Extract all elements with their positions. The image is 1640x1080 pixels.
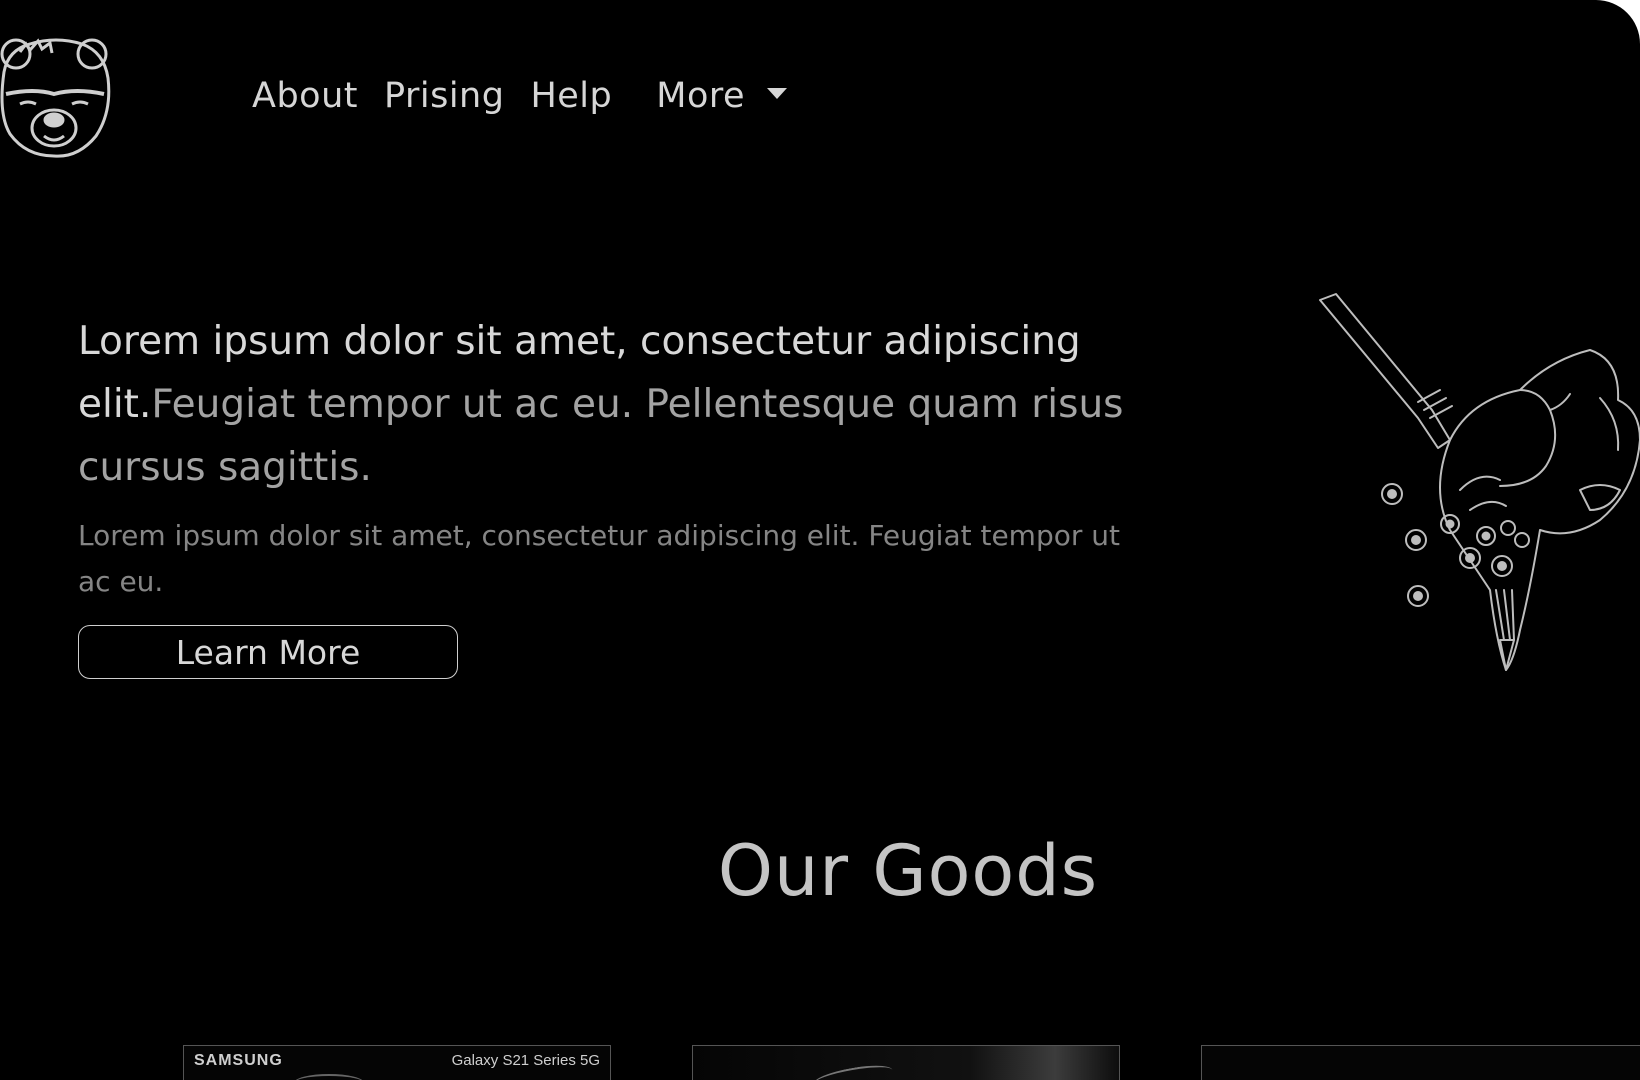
nav-link-help[interactable]: Help: [530, 76, 612, 116]
section-title-our-goods: Our Goods: [717, 830, 1099, 912]
hero-section: Lorem ipsum dolor sit amet, consectetur …: [78, 310, 1188, 679]
product-card[interactable]: [1201, 1045, 1640, 1080]
phone-image: [812, 1061, 894, 1080]
more-dropdown[interactable]: More: [656, 76, 788, 116]
product-card[interactable]: [692, 1045, 1120, 1080]
more-dropdown-label: More: [656, 76, 746, 116]
bear-logo-icon[interactable]: [0, 32, 112, 160]
product-model: Galaxy S21 Series 5G: [451, 1052, 600, 1069]
hero-title-muted: Feugiat tempor ut ac eu. Pellentesque qu…: [78, 382, 1124, 490]
main-nav: About Prising Help More: [252, 70, 788, 122]
product-brand: SAMSUNG: [194, 1052, 283, 1069]
product-card[interactable]: SAMSUNG Galaxy S21 Series 5G: [183, 1045, 611, 1080]
hero-title: Lorem ipsum dolor sit amet, consectetur …: [78, 310, 1188, 499]
learn-more-button[interactable]: Learn More: [78, 625, 458, 679]
caret-down-icon: [767, 87, 788, 99]
nav-link-pricing[interactable]: Prising: [384, 76, 504, 116]
hand-sketch-illustration-icon: [1319, 293, 1640, 671]
phone-image: [294, 1074, 364, 1080]
page-frame: About Prising Help More Lorem ipsum dolo…: [0, 0, 1640, 1080]
nav-link-about[interactable]: About: [252, 76, 358, 116]
hero-subtitle: Lorem ipsum dolor sit amet, consectetur …: [78, 519, 1121, 598]
